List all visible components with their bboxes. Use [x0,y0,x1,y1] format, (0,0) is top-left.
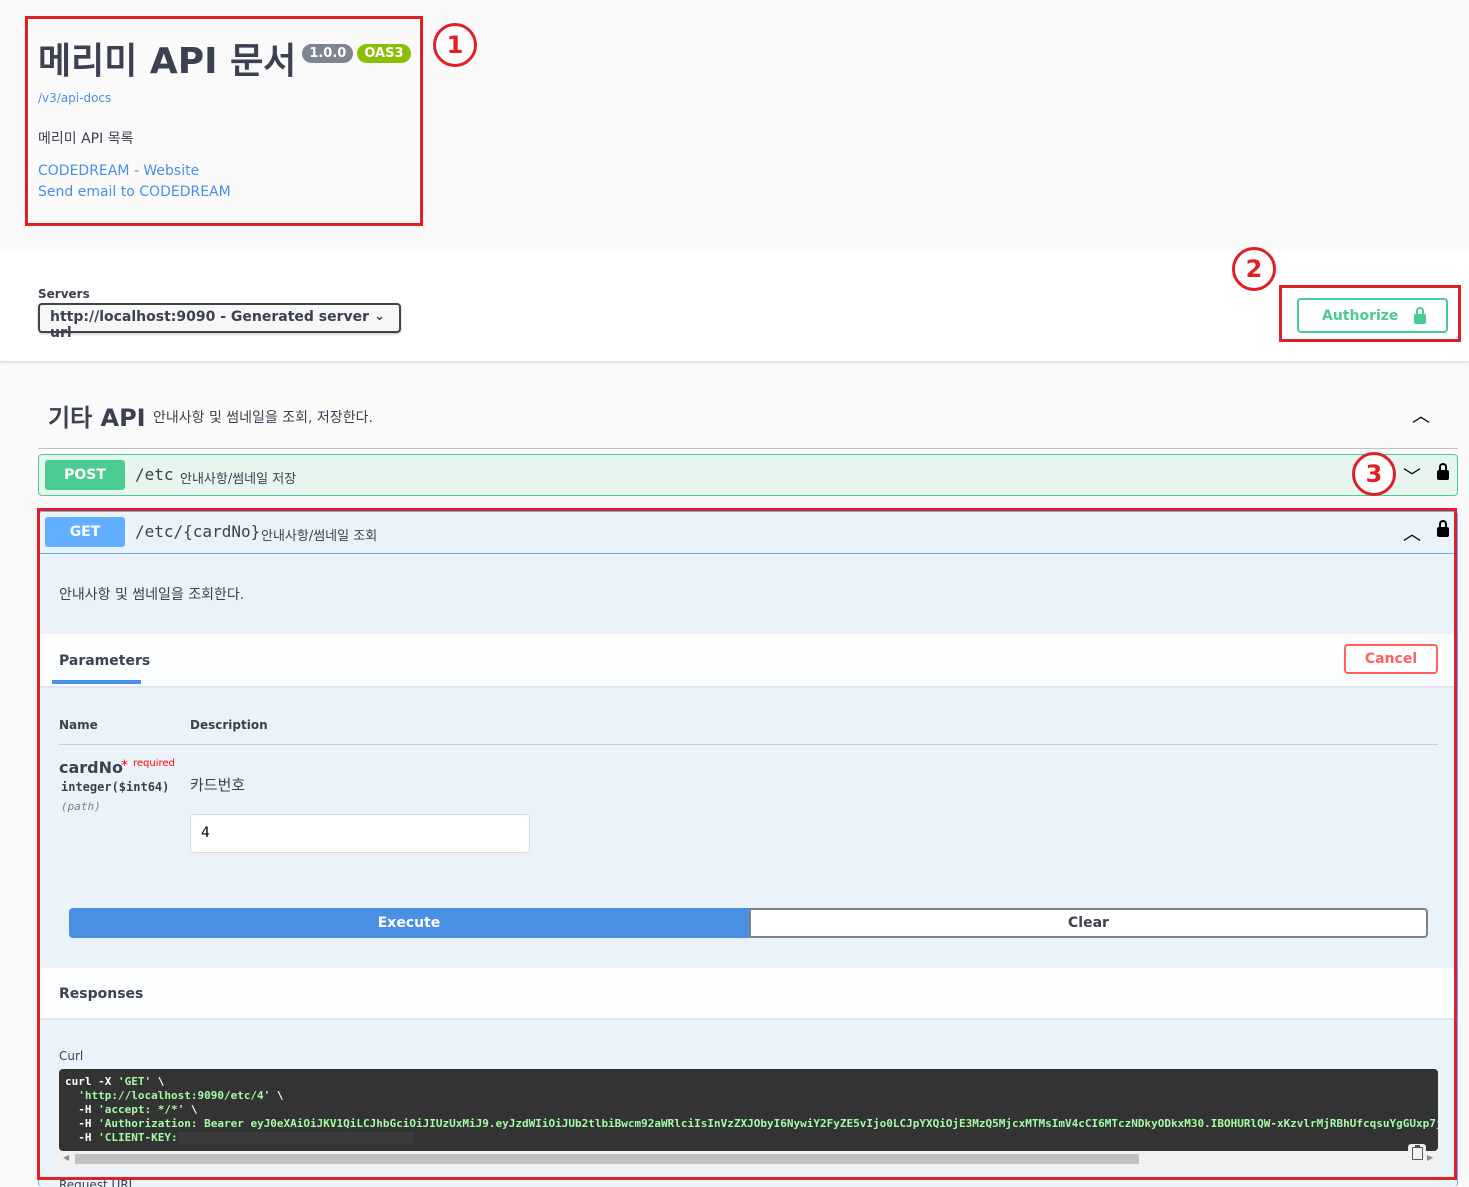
annotation-number-1: 1 [433,23,477,67]
chevron-down-icon[interactable]: ﹀ [1403,463,1421,489]
operation-post-etc[interactable]: POST /etc 안내사항/썸네일 저장 ﹀ [38,454,1458,496]
annotation-box-3 [37,508,1457,1180]
server-select-value: http://localhost:9090 - Generated server… [50,309,370,341]
chevron-up-icon[interactable]: ︿ [1412,402,1430,428]
operation-path: /etc [135,465,174,484]
chevron-down-icon: ⌄ [374,309,385,324]
lock-icon[interactable] [1437,463,1449,480]
annotation-number-2: 2 [1232,247,1276,291]
annotation-number-3: 3 [1352,452,1396,496]
annotation-box-2 [1279,285,1461,342]
tag-header[interactable]: 기타 API 안내사항 및 썸네일을 조회, 저장한다. ︿ [38,390,1458,449]
servers-label: Servers [38,287,90,301]
method-badge-post: POST [45,460,125,490]
server-select[interactable]: http://localhost:9090 - Generated server… [38,303,401,341]
tag-description: 안내사항 및 썸네일을 조회, 저장한다. [153,410,373,426]
annotation-box-1 [25,16,423,226]
operation-summary: 안내사항/썸네일 저장 [180,472,297,487]
tag-name: 기타 API [48,404,146,432]
